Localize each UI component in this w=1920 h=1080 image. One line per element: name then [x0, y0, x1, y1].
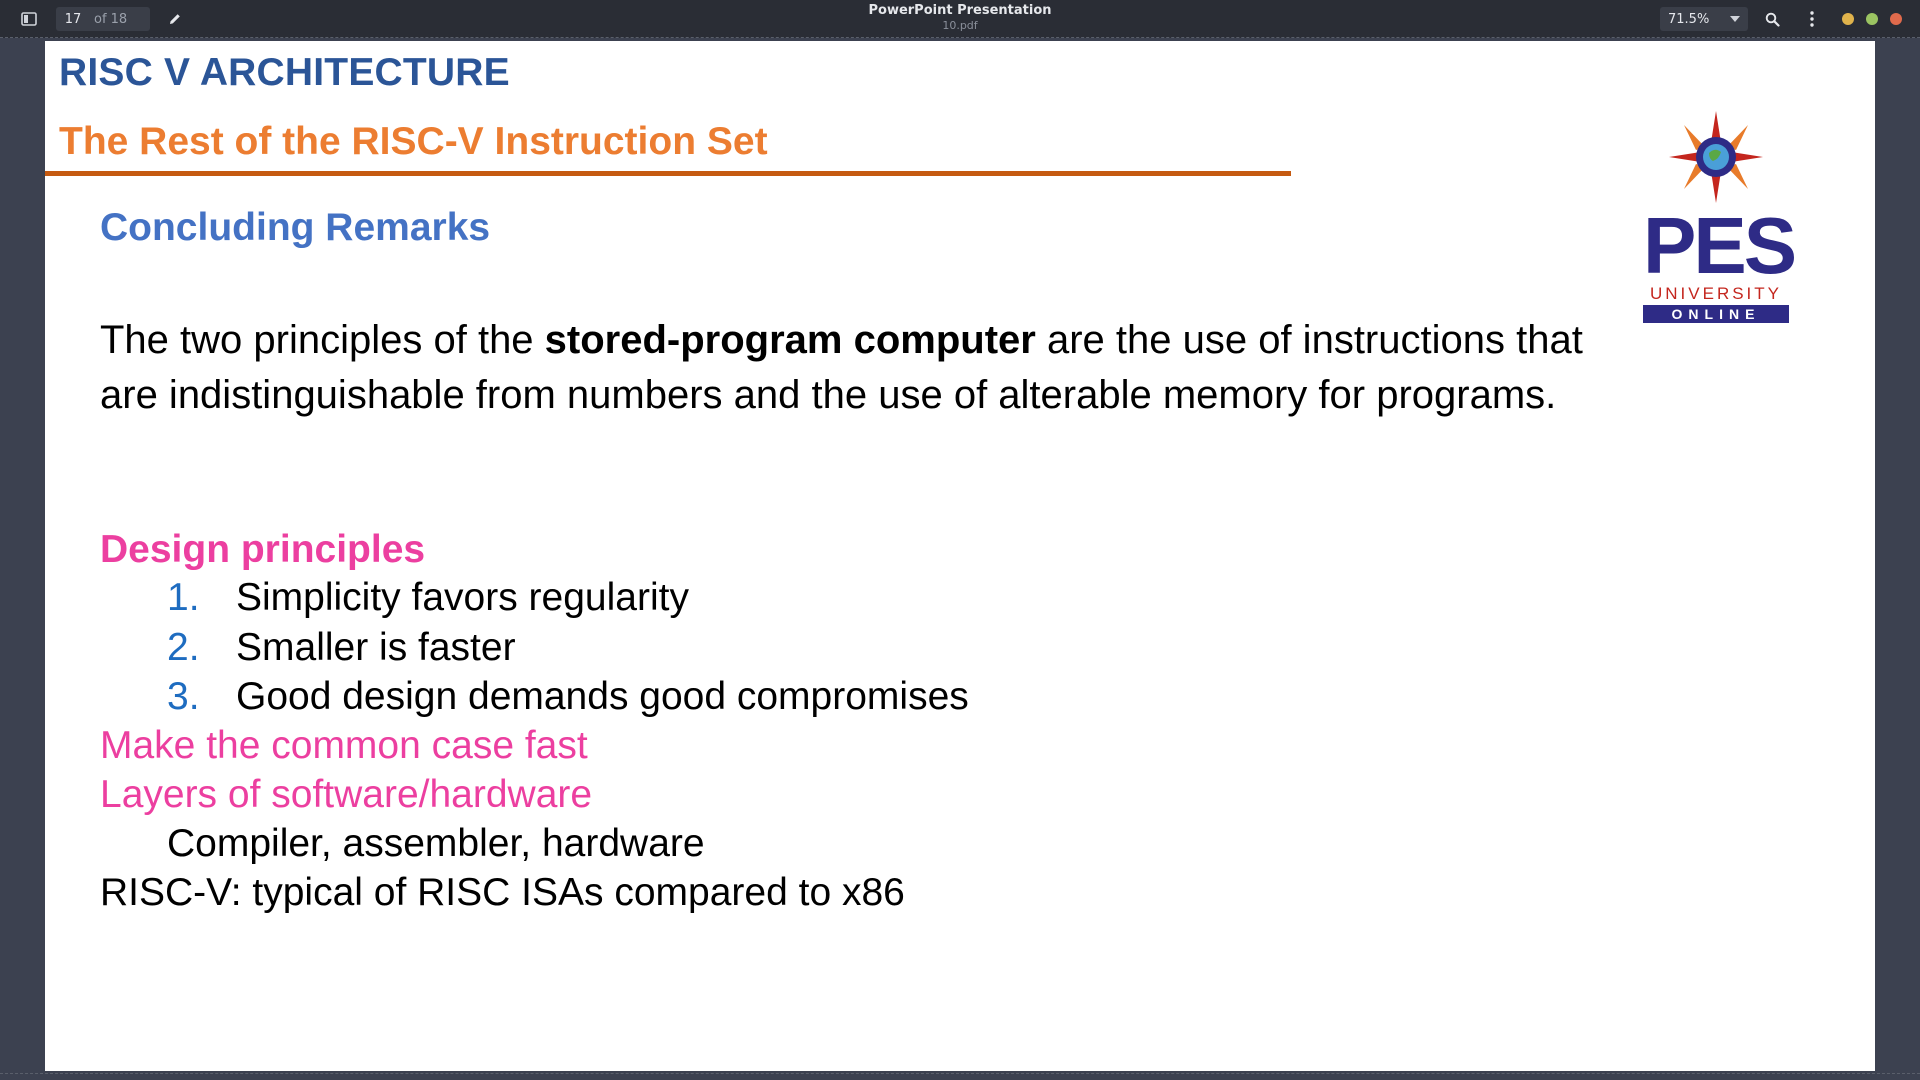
document-title: PowerPoint Presentation [868, 3, 1052, 18]
chevron-down-icon [1730, 16, 1740, 22]
principle-number: 1. [167, 576, 200, 619]
sidebar-toggle-button[interactable] [14, 5, 44, 33]
logo-university-text: UNIVERSITY [1649, 284, 1783, 303]
risc-v-comparison-line: RISC-V: typical of RISC ISAs compared to… [100, 871, 905, 914]
document-title-area: PowerPoint Presentation 10.pdf [760, 3, 1160, 32]
sidebar-toggle-icon [21, 12, 37, 26]
window-minimize-button[interactable] [1842, 13, 1854, 25]
page-bottom-edge [0, 1073, 1920, 1074]
edit-button[interactable] [160, 5, 190, 33]
principle-number: 2. [167, 626, 200, 669]
design-principles-heading: Design principles [100, 528, 426, 571]
principle-text: Smaller is faster [236, 626, 516, 669]
layers-line: Layers of software/hardware [100, 773, 593, 816]
window-close-button[interactable] [1890, 13, 1902, 25]
title-divider [45, 171, 1291, 176]
compass-emblem-icon [1669, 111, 1763, 203]
slide-subtitle: The Rest of the RISC-V Instruction Set [59, 120, 768, 163]
slide-page: RISC V ARCHITECTURE The Rest of the RISC… [45, 41, 1875, 1071]
search-button[interactable] [1758, 5, 1786, 33]
logo-online-banner: ONLINE [1643, 305, 1789, 323]
common-case-line: Make the common case fast [100, 724, 588, 767]
paragraph-emphasis: stored-program computer [544, 318, 1036, 362]
kebab-menu-icon [1810, 11, 1814, 27]
section-heading: Concluding Remarks [100, 206, 491, 249]
window-maximize-button[interactable] [1866, 13, 1878, 25]
more-menu-button[interactable] [1798, 5, 1826, 33]
principle-number: 3. [167, 675, 200, 718]
logo-wordmark: PES [1643, 201, 1797, 290]
search-icon [1765, 12, 1780, 27]
viewer-toolbar: of 18 PowerPoint Presentation 10.pdf 71.… [0, 0, 1920, 38]
page-total-label: of 18 [94, 11, 128, 27]
zoom-select[interactable]: 71.5% [1660, 7, 1748, 31]
paragraph-intro: The two principles of the [100, 318, 545, 362]
page-number-input[interactable] [56, 7, 90, 31]
document-filename: 10.pdf [942, 19, 978, 32]
stored-program-paragraph: The two principles of the stored-program… [100, 313, 1620, 423]
layers-detail-line: Compiler, assembler, hardware [167, 822, 705, 865]
pes-university-logo: PES UNIVERSITY ONLINE [1643, 109, 1797, 323]
principle-text: Good design demands good compromises [236, 675, 969, 718]
principle-text: Simplicity favors regularity [236, 576, 689, 619]
slide-title: RISC V ARCHITECTURE [59, 51, 510, 94]
zoom-level: 71.5% [1668, 11, 1710, 27]
page-navigator: of 18 [56, 7, 150, 31]
pencil-icon [170, 14, 180, 24]
